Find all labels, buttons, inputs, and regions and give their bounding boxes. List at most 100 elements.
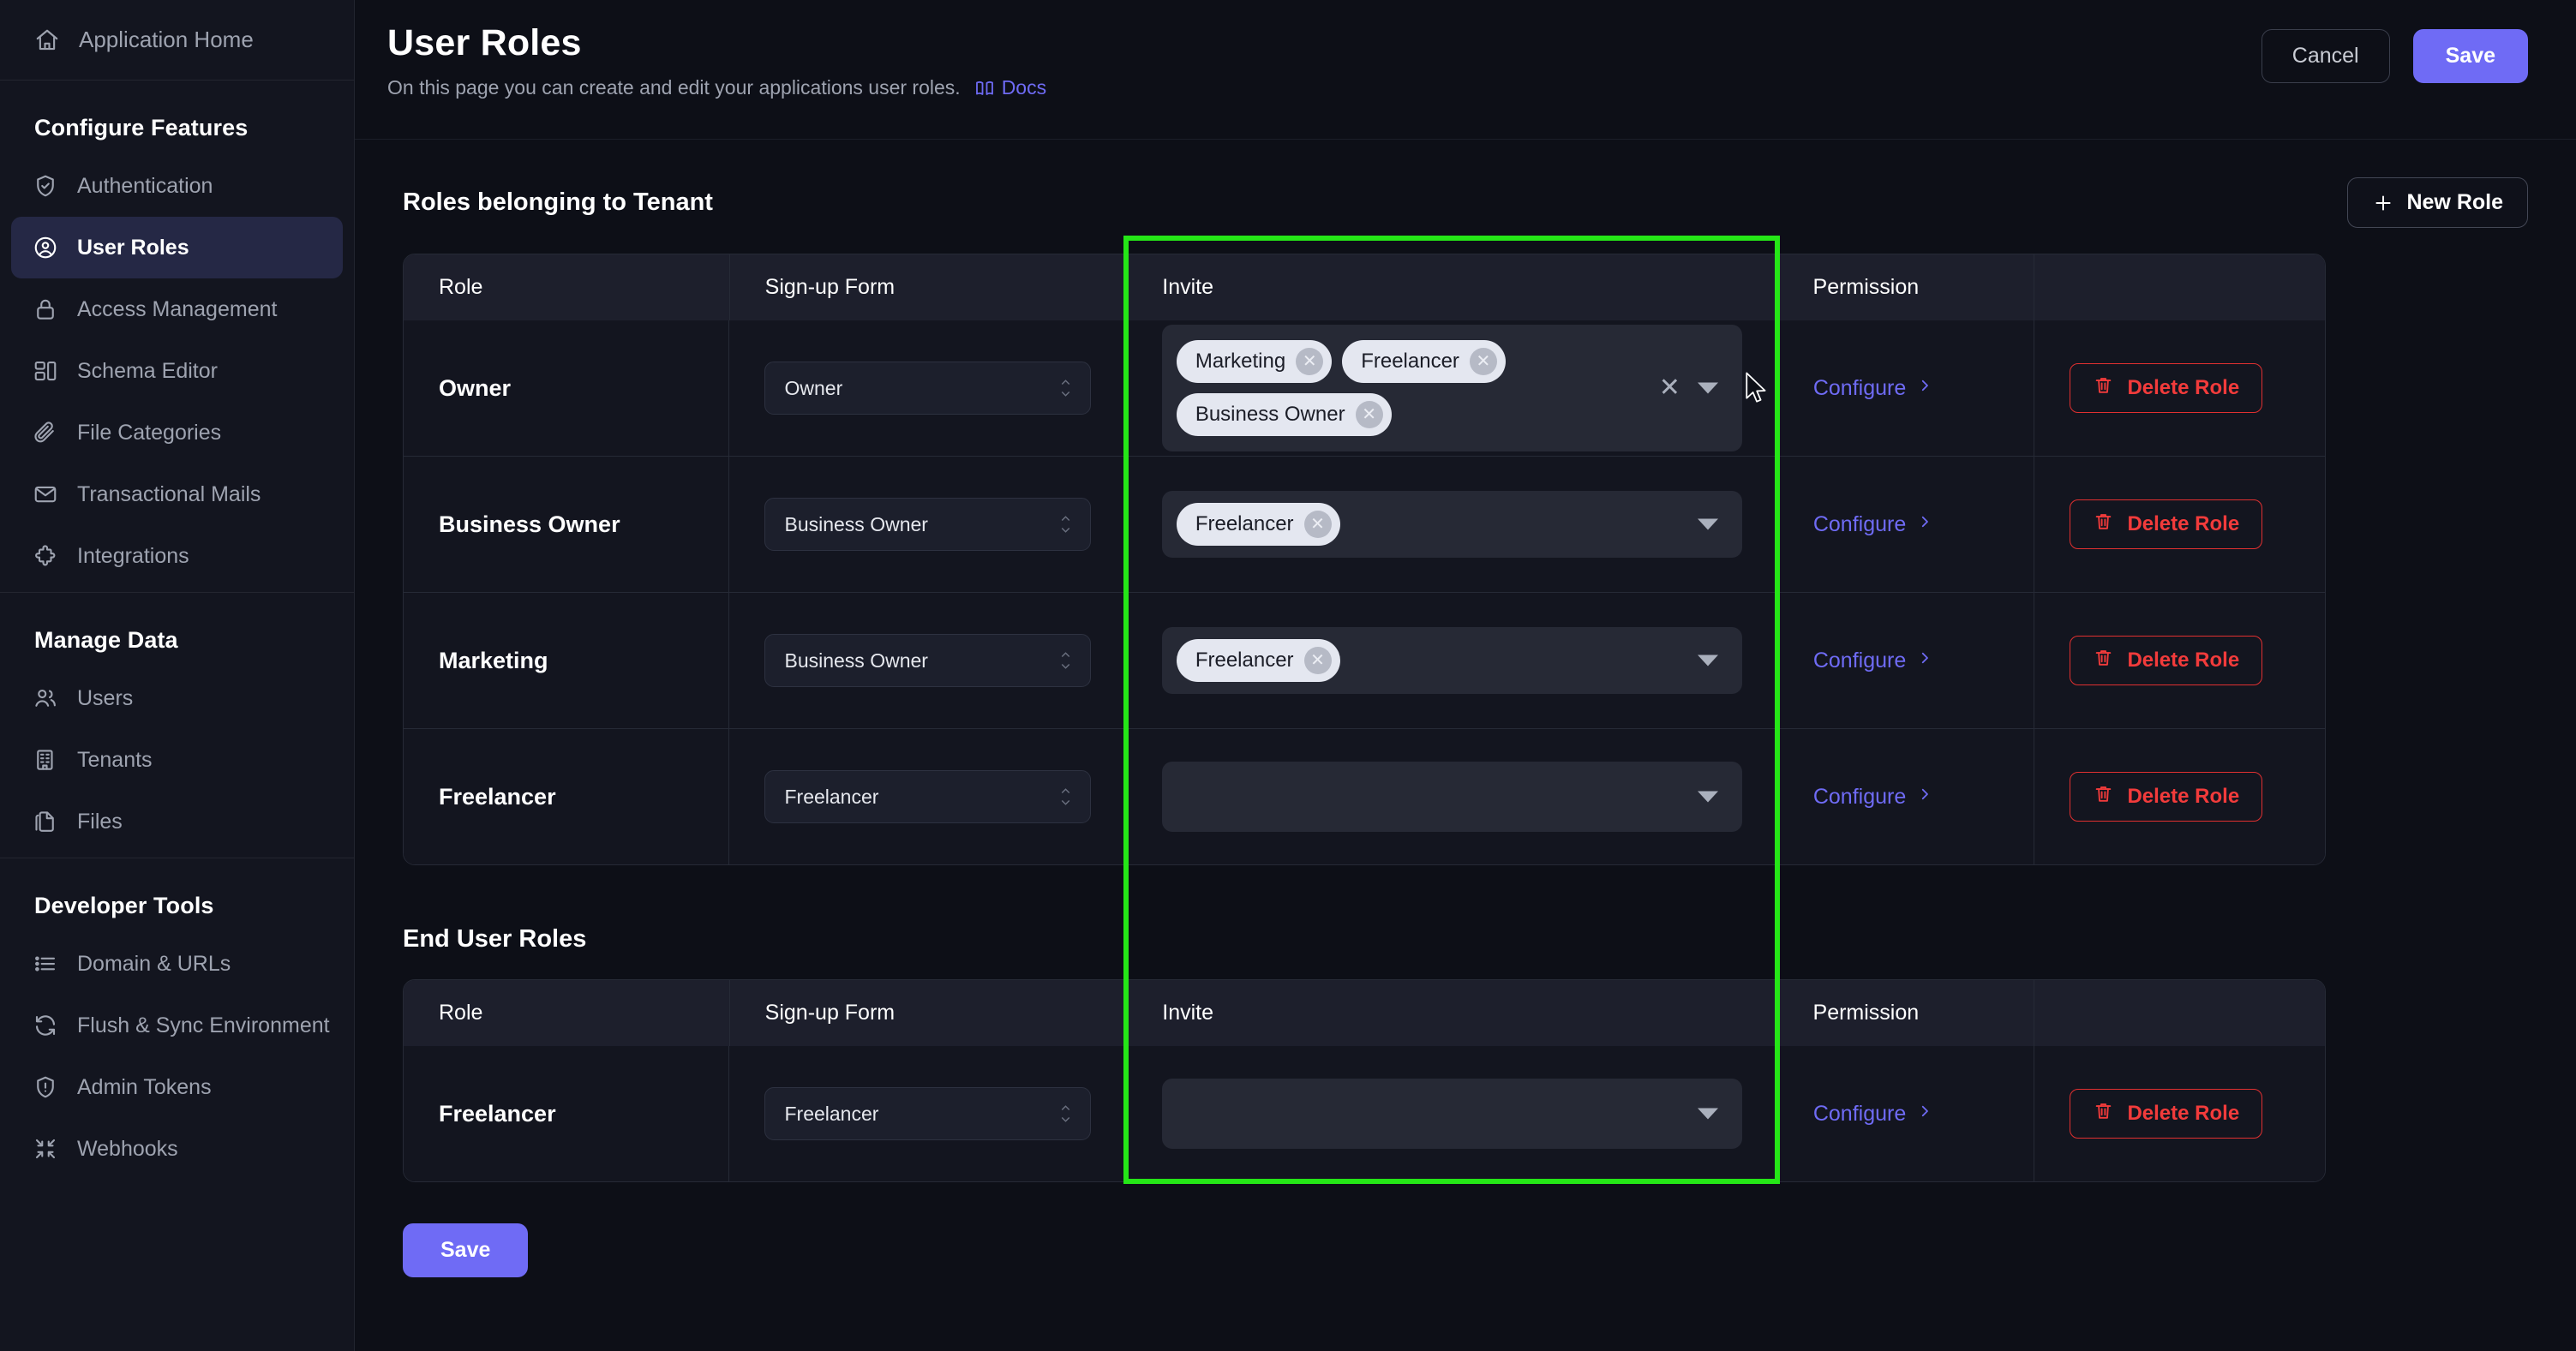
invite-multiselect[interactable]: Freelancer ✕ [1161,491,1742,558]
chevron-down-icon[interactable] [1697,518,1718,530]
schema-icon [33,358,58,384]
table-body: Owner Owner Marketing ✕ Freelancer ✕ Business … [404,320,2325,864]
sidebar-item-label: Webhooks [77,1136,178,1161]
signup-form-value: Business Owner [784,512,928,535]
home-icon [34,27,60,53]
configure-link[interactable]: Configure [1813,1100,1932,1128]
clear-all-icon[interactable]: ✕ [1659,375,1680,401]
sidebar-item-application-home[interactable]: Application Home [0,0,354,81]
sidebar-item-flush-sync-environment[interactable]: Flush & Sync Environment [11,995,343,1056]
signup-form-select[interactable]: Business Owner [764,498,1091,551]
invite-cell [1125,729,1777,864]
delete-role-button[interactable]: Delete Role [2070,363,2263,413]
configure-link[interactable]: Configure [1813,374,1932,403]
delete-role-button[interactable]: Delete Role [2070,772,2263,822]
invite-multiselect[interactable]: Marketing ✕ Freelancer ✕ Business Owner ✕ ✕ [1161,325,1742,451]
invite-multiselect[interactable] [1161,1079,1742,1149]
permission-cell: Configure [1776,457,2034,592]
delete-cell: Delete Role [2034,1046,2325,1181]
trash-icon [2093,374,2114,402]
sidebar-item-label: Admin Tokens [77,1074,212,1099]
invite-multiselect[interactable] [1161,762,1742,832]
remove-chip-icon[interactable]: ✕ [1296,348,1324,375]
invite-chip-label: Business Owner [1195,403,1345,426]
sidebar-item-user-roles[interactable]: User Roles [11,217,343,278]
cancel-button[interactable]: Cancel [2261,29,2390,83]
signup-form-cell: Owner [728,320,1125,456]
role-name: Business Owner [439,511,620,537]
signup-form-select[interactable]: Business Owner [764,634,1091,687]
sidebar-item-file-categories[interactable]: File Categories [11,402,343,463]
configure-link[interactable]: Configure [1813,511,1932,539]
chevron-right-icon [1917,374,1932,403]
invite-chip[interactable]: Marketing ✕ [1176,340,1333,383]
delete-role-button[interactable]: Delete Role [2070,499,2263,549]
remove-chip-icon[interactable]: ✕ [1355,401,1383,428]
sidebar-item-label: Files [77,809,123,834]
main-area: User Roles On this page you can create a… [355,0,2576,1351]
invite-chip-label: Marketing [1195,350,1286,373]
remove-chip-icon[interactable]: ✕ [1303,511,1332,538]
column-header-permission: Permission [1776,254,2034,320]
chevron-down-icon[interactable] [1697,655,1718,667]
configure-link[interactable]: Configure [1813,783,1932,811]
signup-form-select[interactable]: Freelancer [764,1087,1091,1140]
signup-form-cell: Business Owner [728,593,1125,728]
sidebar-item-label: File Categories [77,420,222,445]
sidebar-item-label: Users [77,685,134,710]
signup-form-value: Owner [784,376,843,399]
sidebar-item-schema-editor[interactable]: Schema Editor [11,340,343,402]
remove-chip-icon[interactable]: ✕ [1303,647,1332,674]
sidebar-item-domain-urls[interactable]: Domain & URLs [11,933,343,995]
signup-form-select[interactable]: Owner [764,362,1091,415]
sidebar-item-integrations[interactable]: Integrations [11,525,343,587]
plus-icon [2372,192,2394,214]
sidebar-item-transactional-mails[interactable]: Transactional Mails [11,463,343,525]
sidebar-item-webhooks[interactable]: Webhooks [11,1118,343,1180]
sidebar-item-users[interactable]: Users [11,667,343,729]
column-header-role: Role [439,1001,483,1025]
user-circle-icon [33,235,58,260]
docs-link[interactable]: Docs [974,76,1046,99]
sidebar-item-label: Tenants [77,747,153,772]
signup-form-select[interactable]: Freelancer [764,770,1091,823]
building-icon [33,747,58,773]
sidebar-item-files[interactable]: Files [11,791,343,852]
signup-form-value: Freelancer [784,785,879,808]
table-row: Freelancer Freelancer Configure Delete Role [404,1046,2325,1181]
chevron-up-down-icon [1058,650,1073,672]
invite-chip[interactable]: Freelancer ✕ [1176,639,1340,682]
sidebar-item-label: Flush & Sync Environment [77,1013,330,1037]
invite-multiselect[interactable]: Freelancer ✕ [1161,627,1742,694]
invite-chip[interactable]: Business Owner ✕ [1176,393,1392,436]
table-body: Freelancer Freelancer Configure Delete Role [404,1046,2325,1181]
new-role-button[interactable]: New Role [2347,177,2528,228]
delete-cell: Delete Role [2034,320,2325,456]
chevron-down-icon[interactable] [1697,791,1718,803]
users-icon [33,685,58,711]
chevron-down-icon[interactable] [1697,1108,1718,1120]
sidebar-group-title: Configure Features [34,115,249,140]
sidebar-item-admin-tokens[interactable]: Admin Tokens [11,1056,343,1118]
page-title: User Roles [387,22,582,63]
page-header: User Roles On this page you can create a… [355,0,2576,140]
list-icon [33,951,58,977]
chevron-down-icon[interactable] [1697,382,1718,394]
enduser-roles-table: Role Sign-up Form Invite Permission Freelanc… [403,979,2326,1182]
configure-label: Configure [1812,1101,1907,1126]
save-button-bottom[interactable]: Save [403,1223,529,1277]
configure-link[interactable]: Configure [1813,647,1932,675]
save-button[interactable]: Save [2412,29,2528,83]
sidebar-item-access-management[interactable]: Access Management [11,278,343,340]
delete-role-button[interactable]: Delete Role [2070,1089,2263,1139]
delete-role-button[interactable]: Delete Role [2070,636,2263,685]
chevron-up-down-icon [1058,1103,1073,1125]
page-subtitle-text: On this page you can create and edit you… [387,76,961,99]
invite-chip[interactable]: Freelancer ✕ [1342,340,1506,383]
invite-chip[interactable]: Freelancer ✕ [1176,503,1340,546]
table-header-row: Role Sign-up Form Invite Permission [404,980,2325,1046]
sidebar-item-tenants[interactable]: Tenants [11,729,343,791]
table-row: Owner Owner Marketing ✕ Freelancer ✕ Business … [404,320,2325,456]
remove-chip-icon[interactable]: ✕ [1469,348,1497,375]
sidebar-item-authentication[interactable]: Authentication [11,155,343,217]
